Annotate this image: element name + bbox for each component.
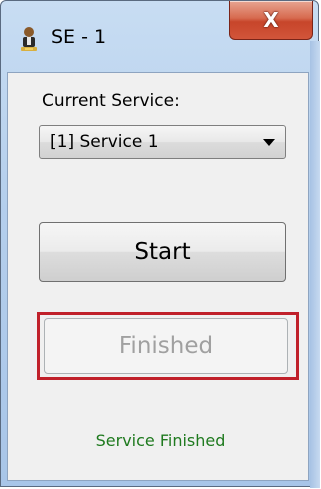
title-bar[interactable]: SE - 1 X [1,1,318,73]
finished-button: Finished [44,318,288,374]
window-frame-right [310,41,320,488]
service-person-icon [21,27,37,51]
close-button[interactable]: X [229,1,313,40]
finished-button-label: Finished [118,333,214,359]
start-button[interactable]: Start [39,222,286,282]
window-title: SE - 1 [51,26,107,48]
chevron-down-icon[interactable] [263,139,275,146]
status-text: Service Finished [95,431,226,450]
current-service-label: Current Service: [42,91,180,111]
service-select[interactable]: [1] Service 1 [39,125,286,159]
close-icon: X [263,8,279,32]
service-select-value: [1] Service 1 [50,132,159,152]
start-button-label: Start [134,239,191,265]
